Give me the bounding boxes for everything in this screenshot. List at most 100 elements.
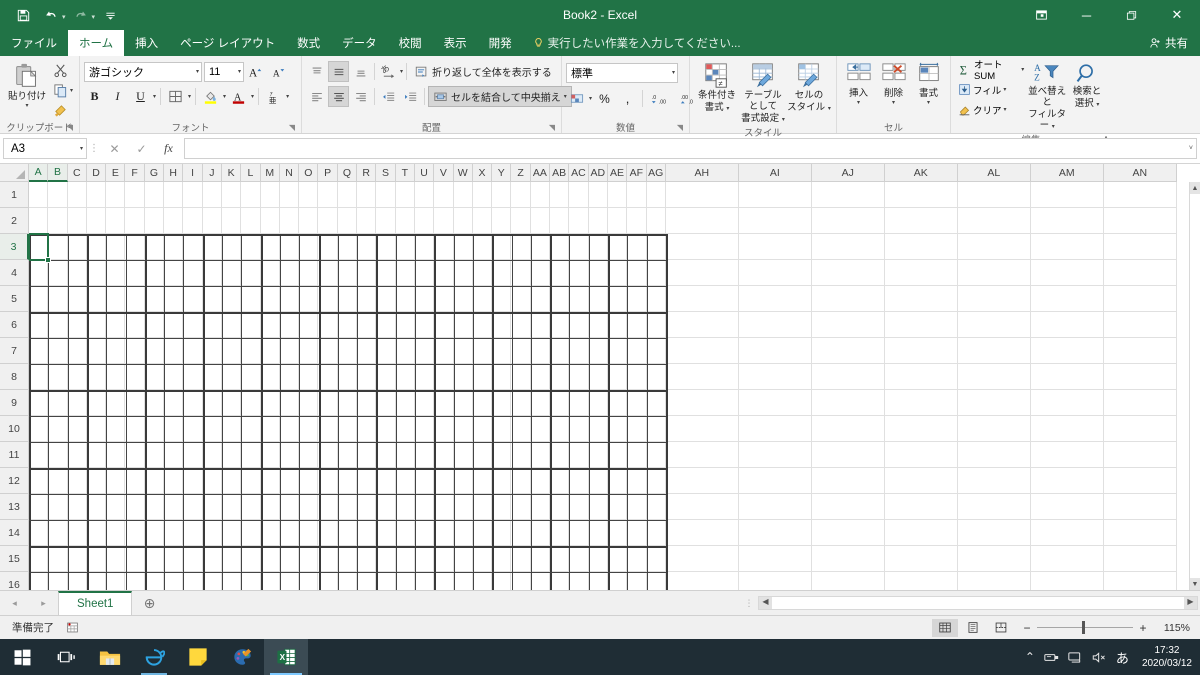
zoom-control[interactable]: − + [1016, 621, 1154, 635]
cell-Z8[interactable] [511, 364, 531, 390]
cell-Y5[interactable] [492, 286, 512, 312]
cell-AH13[interactable] [665, 494, 739, 520]
cell-Y2[interactable] [492, 208, 512, 234]
cell-X3[interactable] [472, 234, 493, 260]
cell-V5[interactable] [434, 286, 454, 312]
column-header-o[interactable]: O [299, 164, 319, 182]
cell-Z11[interactable] [511, 442, 531, 468]
cell-V15[interactable] [434, 546, 454, 572]
cell-U11[interactable] [414, 442, 435, 468]
zoom-slider-track[interactable] [1037, 621, 1133, 634]
cell-AM8[interactable] [1030, 364, 1104, 390]
cell-R1[interactable] [357, 182, 377, 208]
cell-H5[interactable] [164, 286, 184, 312]
decrease-font-size-button[interactable]: A [269, 61, 290, 82]
cell-Q3[interactable] [337, 234, 358, 260]
cell-U12[interactable] [414, 468, 435, 494]
cell-M5[interactable] [260, 286, 280, 312]
cell-D9[interactable] [86, 390, 107, 416]
delete-cells-button[interactable]: 削除 ▾ [877, 60, 911, 107]
cell-K13[interactable] [221, 494, 242, 520]
cell-S8[interactable] [376, 364, 396, 390]
align-center-button[interactable] [328, 86, 349, 107]
cell-AL7[interactable] [957, 338, 1031, 364]
cell-L12[interactable] [241, 468, 261, 494]
cell-E9[interactable] [106, 390, 126, 416]
cell-R16[interactable] [357, 572, 377, 590]
cell-H14[interactable] [164, 520, 184, 546]
cell-D12[interactable] [86, 468, 107, 494]
cell-K5[interactable] [221, 286, 242, 312]
cell-AJ12[interactable] [811, 468, 885, 494]
column-header-al[interactable]: AL [957, 164, 1031, 182]
cell-AH4[interactable] [665, 260, 739, 286]
cell-P15[interactable] [318, 546, 338, 572]
cell-L4[interactable] [241, 260, 261, 286]
column-header-w[interactable]: W [453, 164, 473, 182]
cell-G13[interactable] [144, 494, 165, 520]
cell-D13[interactable] [86, 494, 107, 520]
cell-AG5[interactable] [646, 286, 666, 312]
cell-U8[interactable] [414, 364, 435, 390]
cell-D16[interactable] [87, 572, 107, 590]
phonetic-guide-button[interactable]: ｱ亜 [263, 86, 284, 107]
cell-AB14[interactable] [550, 520, 570, 546]
cell-R10[interactable] [357, 416, 377, 442]
cell-S2[interactable] [376, 208, 396, 234]
cell-T14[interactable] [395, 520, 415, 546]
cell-AM12[interactable] [1030, 468, 1104, 494]
cell-AD11[interactable] [588, 442, 608, 468]
cell-AN8[interactable] [1103, 364, 1177, 390]
delete-caret[interactable]: ▾ [892, 100, 895, 107]
cell-S16[interactable] [376, 572, 396, 590]
cell-AH5[interactable] [665, 286, 739, 312]
cell-D2[interactable] [86, 208, 107, 234]
cell-J11[interactable] [202, 442, 222, 468]
cell-B5[interactable] [48, 286, 68, 312]
insert-caret[interactable]: ▾ [857, 100, 860, 107]
cell-I8[interactable] [183, 364, 203, 390]
cell-D5[interactable] [86, 286, 107, 312]
cell-U16[interactable] [415, 572, 435, 590]
column-header-g[interactable]: G [144, 164, 165, 182]
align-left-button[interactable] [306, 86, 327, 107]
cell-W12[interactable] [453, 468, 473, 494]
cell-AA5[interactable] [530, 286, 551, 312]
horizontal-scrollbar[interactable]: ◀ ▶ [758, 596, 1198, 610]
cell-AL2[interactable] [957, 208, 1031, 234]
horizontal-split-handle[interactable]: ⋮ [742, 598, 756, 609]
cell-A6[interactable] [29, 312, 49, 338]
cell-AJ1[interactable] [811, 182, 885, 208]
cell-AL13[interactable] [957, 494, 1031, 520]
cell-V13[interactable] [434, 494, 454, 520]
cell-AM4[interactable] [1030, 260, 1104, 286]
cell-N7[interactable] [279, 338, 300, 364]
view-normal-button[interactable] [932, 618, 958, 637]
cell-AI12[interactable] [738, 468, 812, 494]
column-header-r[interactable]: R [357, 164, 377, 182]
cell-AF2[interactable] [627, 208, 647, 234]
cell-AE7[interactable] [607, 338, 628, 364]
zoom-level-label[interactable]: 115% [1156, 622, 1196, 634]
cell-G15[interactable] [144, 546, 165, 572]
autosum-button[interactable]: Σ オート SUM ▾ [955, 60, 1027, 82]
cell-J8[interactable] [202, 364, 222, 390]
column-header-ag[interactable]: AG [646, 164, 666, 182]
cell-AM6[interactable] [1030, 312, 1104, 338]
cell-AK13[interactable] [884, 494, 958, 520]
cell-AC11[interactable] [569, 442, 589, 468]
cell-B10[interactable] [48, 416, 68, 442]
cell-U4[interactable] [414, 260, 435, 286]
cell-O13[interactable] [299, 494, 319, 520]
cell-AK10[interactable] [884, 416, 958, 442]
cell-T3[interactable] [395, 234, 415, 260]
cell-P12[interactable] [318, 468, 338, 494]
merge-center-button[interactable]: セルを結合して中央揃え ▾ [428, 86, 572, 107]
cell-J4[interactable] [202, 260, 222, 286]
align-top-button[interactable] [306, 61, 327, 82]
cell-AB7[interactable] [550, 338, 570, 364]
cell-A16[interactable] [29, 572, 49, 590]
cell-AG11[interactable] [646, 442, 666, 468]
row-header-13[interactable]: 13 [0, 494, 29, 520]
cell-AA7[interactable] [530, 338, 551, 364]
